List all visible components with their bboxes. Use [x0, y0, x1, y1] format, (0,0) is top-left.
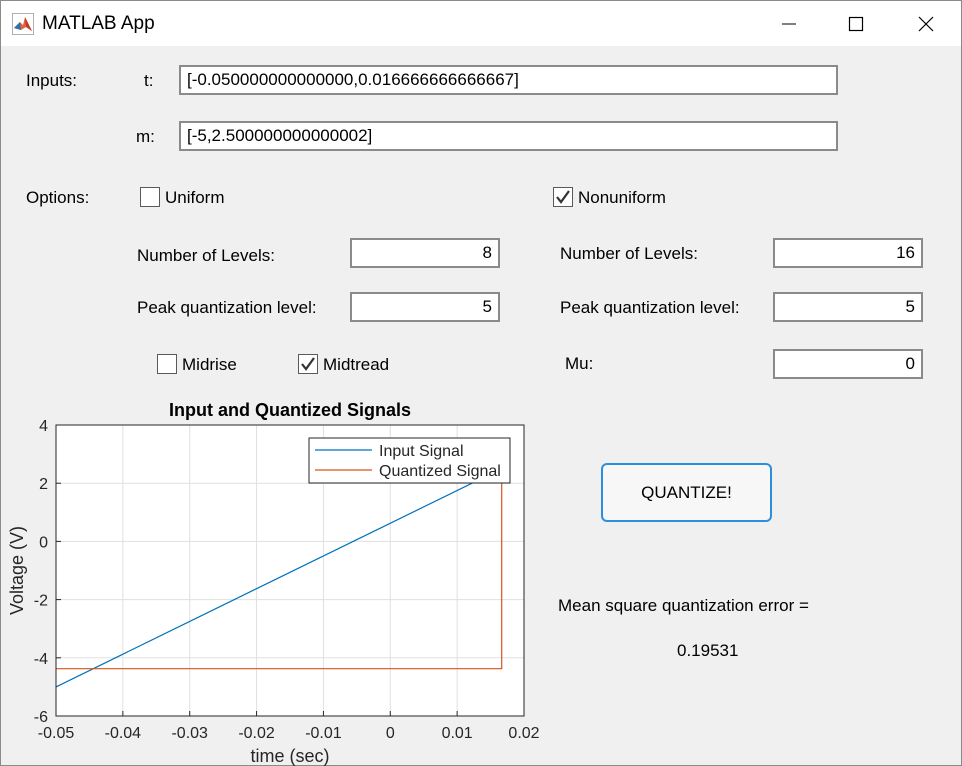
maximize-icon — [848, 16, 864, 31]
uniform-checkbox[interactable] — [140, 187, 160, 207]
midtread-label: Midtread — [323, 355, 390, 374]
x-tick-label: -0.03 — [171, 725, 208, 742]
mu-input[interactable]: 0 — [773, 349, 923, 379]
uniform-levels-input[interactable]: 8 — [350, 238, 500, 268]
midtread-checkbox[interactable] — [298, 354, 318, 374]
signal-chart: -0.05 -0.04 -0.03 -0.02 -0.01 0 0.01 0.02 -6 -4 -2… — [7, 418, 540, 766]
x-tick-label: 0 — [386, 725, 395, 742]
inputs-label: Inputs: — [26, 71, 78, 90]
uniform-peak-label: Peak quantization level: — [137, 298, 317, 317]
checkmark-icon — [556, 190, 570, 204]
mse-label: Mean square quantization error = — [558, 596, 809, 615]
legend-label-2: Quantized Signal — [379, 463, 501, 480]
y-axis-label: Voltage (V) — [7, 526, 27, 615]
x-tick-label: -0.02 — [238, 725, 275, 742]
legend-label-1: Input Signal — [379, 443, 464, 460]
x-axis-label: time (sec) — [250, 746, 329, 766]
uniform-levels-label: Number of Levels: — [137, 246, 275, 265]
y-tick-label: 0 — [39, 534, 48, 551]
close-button[interactable] — [891, 1, 961, 46]
midrise-label: Midrise — [182, 355, 237, 374]
checkmark-icon — [301, 357, 315, 371]
y-tick-label: 2 — [39, 476, 48, 493]
y-tick-label: -2 — [34, 593, 48, 610]
close-icon — [918, 16, 934, 31]
t-label: t: — [144, 71, 154, 90]
x-tick-label: -0.04 — [105, 725, 142, 742]
midrise-checkbox[interactable] — [157, 354, 177, 374]
nonuniform-peak-input[interactable]: 5 — [773, 292, 923, 322]
maximize-button[interactable] — [821, 1, 891, 46]
x-tick-label: 0.02 — [508, 725, 539, 742]
window-title: MATLAB App — [42, 13, 155, 34]
x-tick-label: 0.01 — [442, 725, 473, 742]
y-tick-label: -4 — [34, 651, 48, 668]
app-window: MATLAB App Inputs: t: [-0.05000000000000… — [0, 0, 962, 766]
x-tick-label: -0.01 — [305, 725, 342, 742]
t-input[interactable]: [-0.050000000000000,0.016666666666667] — [179, 65, 838, 95]
mse-value: 0.19531 — [677, 641, 739, 660]
uniform-peak-input[interactable]: 5 — [350, 292, 500, 322]
nonuniform-levels-input[interactable]: 16 — [773, 238, 923, 268]
minimize-icon — [782, 23, 796, 24]
nonuniform-label: Nonuniform — [578, 188, 666, 207]
options-label: Options: — [26, 188, 90, 207]
minimize-button[interactable] — [754, 1, 824, 46]
quantize-button[interactable]: QUANTIZE! — [601, 463, 772, 522]
m-label: m: — [136, 127, 155, 146]
m-input[interactable]: [-5,2.500000000000002] — [179, 121, 838, 151]
mu-label: Mu: — [565, 354, 594, 373]
x-tick-label: -0.05 — [38, 725, 75, 742]
y-tick-label: -6 — [34, 709, 48, 726]
y-tick-label: 4 — [39, 418, 48, 435]
nonuniform-peak-label: Peak quantization level: — [560, 298, 740, 317]
nonuniform-levels-label: Number of Levels: — [560, 244, 698, 263]
uniform-label: Uniform — [165, 188, 225, 207]
nonuniform-checkbox[interactable] — [553, 187, 573, 207]
title-bar: MATLAB App — [1, 1, 961, 46]
matlab-logo-icon — [12, 13, 34, 35]
